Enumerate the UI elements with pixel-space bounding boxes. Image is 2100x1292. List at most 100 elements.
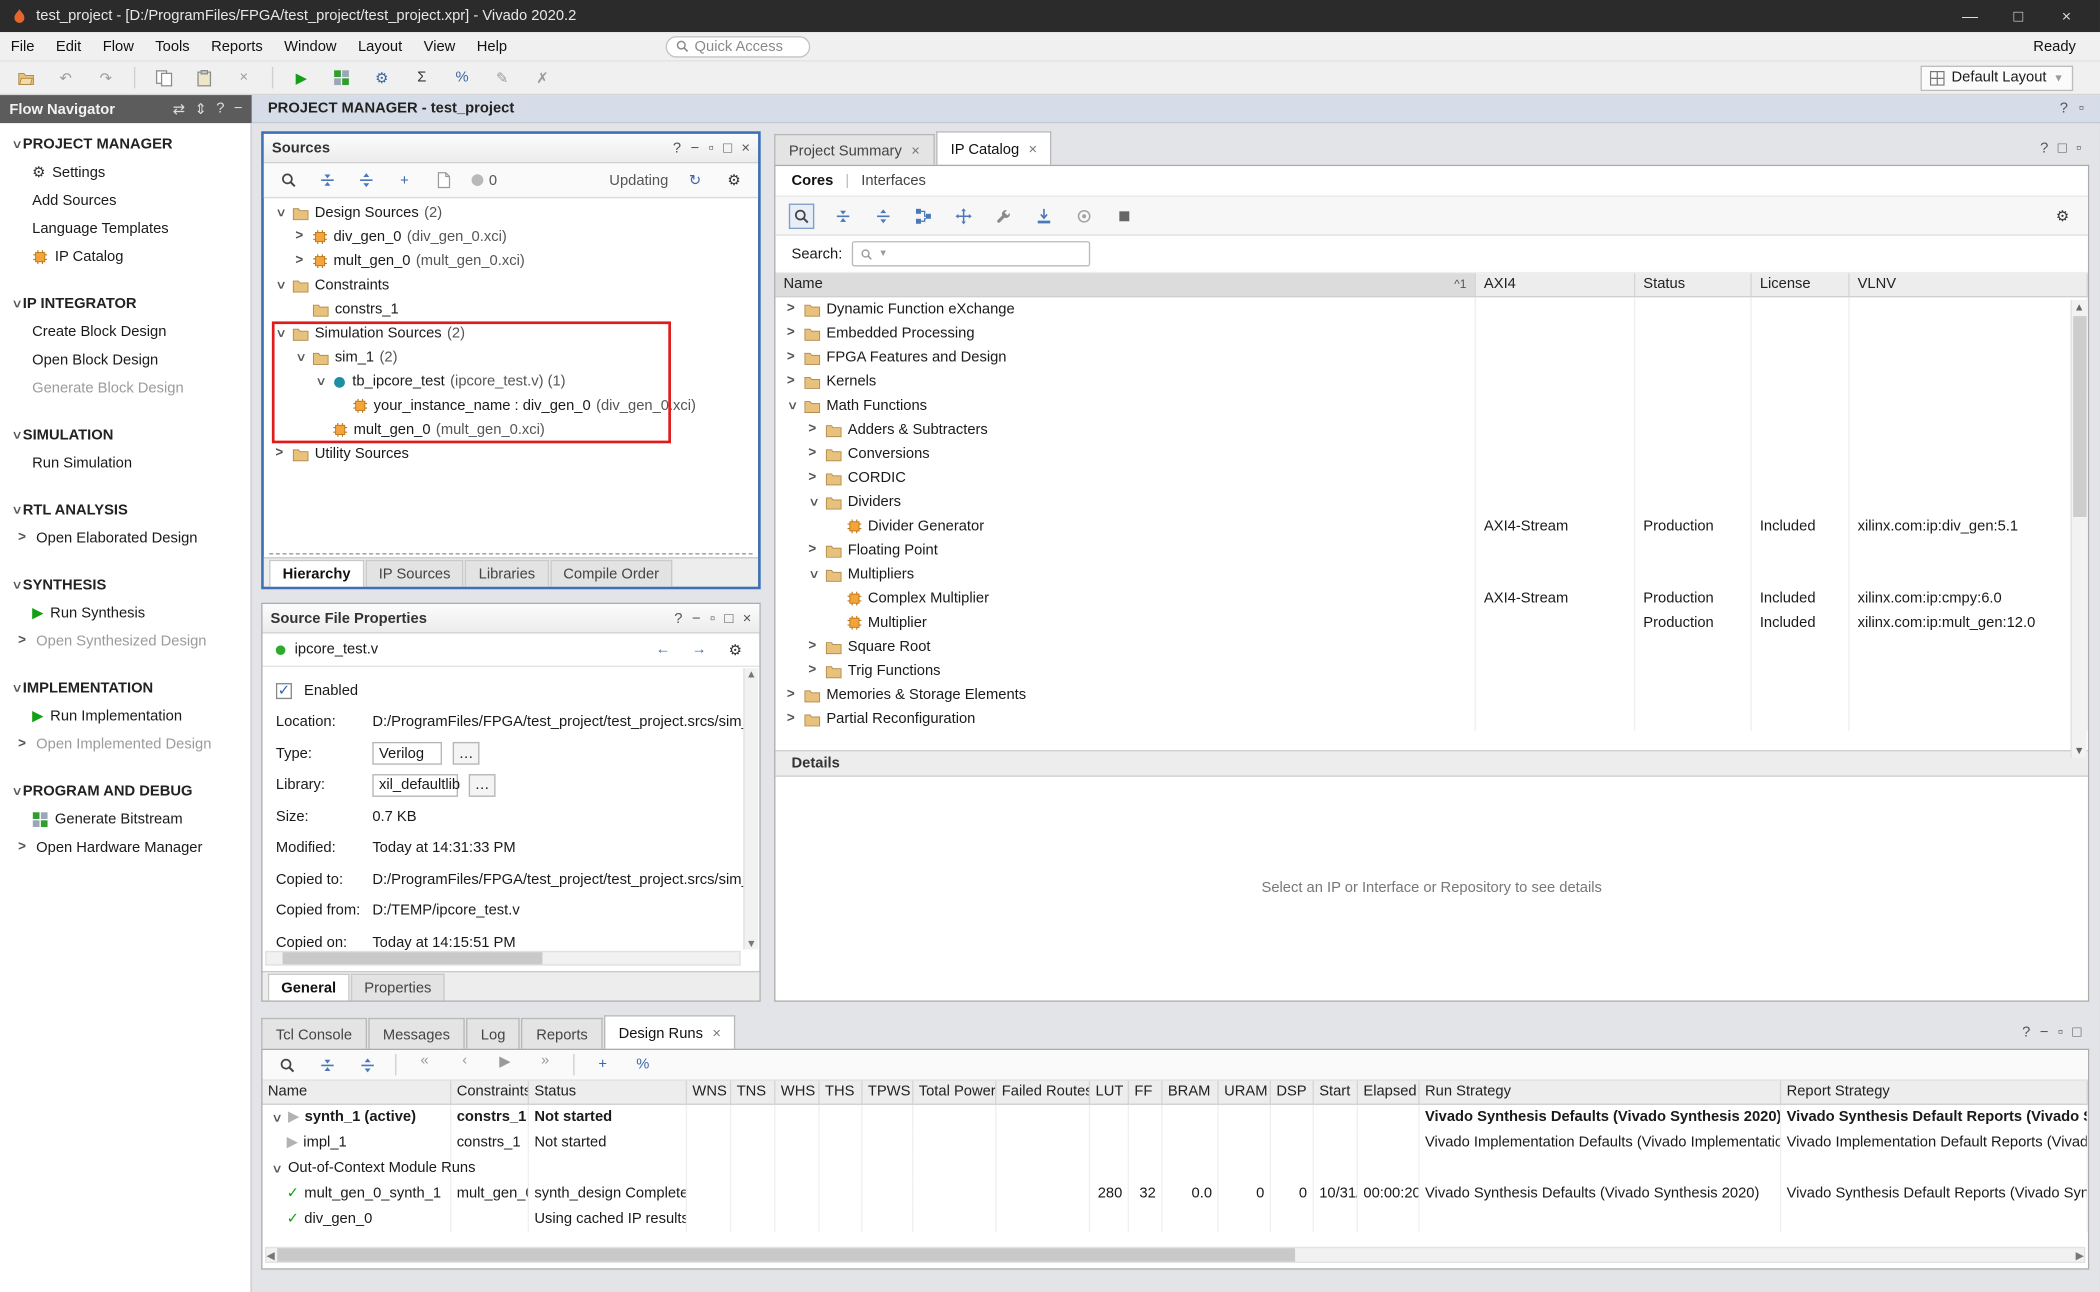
flow-item-run-implementation[interactable]: ▶Run Implementation — [0, 702, 250, 730]
catalog-row-math-functions[interactable]: >Math Functions — [775, 394, 2087, 418]
step-first-button[interactable]: « — [412, 1053, 436, 1077]
catalog-row-embedded-processing[interactable]: >Embedded Processing — [775, 321, 2087, 345]
close-tab-icon[interactable]: × — [712, 1025, 721, 1041]
percent-button[interactable]: % — [450, 66, 474, 90]
tab-libraries[interactable]: Libraries — [465, 560, 548, 587]
minimize-icon[interactable]: − — [2040, 1025, 2049, 1041]
help-icon[interactable]: ? — [674, 610, 682, 626]
help-icon[interactable]: ? — [673, 140, 681, 156]
scroll-down-arrow[interactable]: ▼ — [2074, 745, 2085, 757]
column-header-elapsed[interactable]: Elapsed — [1358, 1081, 1420, 1104]
flow-item-open-hardware-manager[interactable]: >Open Hardware Manager — [0, 833, 250, 861]
chevron-right-icon[interactable]: > — [805, 640, 820, 653]
expand-all-button[interactable] — [355, 1053, 379, 1077]
minimize-icon[interactable]: − — [690, 140, 699, 156]
chevron-down-icon[interactable]: > — [269, 1110, 282, 1125]
scroll-left-arrow[interactable]: ◀ — [267, 1249, 275, 1261]
column-header-ths[interactable]: THS — [820, 1081, 863, 1104]
column-header-axi4[interactable]: AXI4 — [1476, 273, 1635, 296]
flow-item-language-templates[interactable]: Language Templates — [0, 214, 250, 242]
column-header-failed-routes[interactable]: Failed Routes — [996, 1081, 1090, 1104]
column-header-ff[interactable]: FF — [1129, 1081, 1162, 1104]
tree-item-simulation-sources[interactable]: >Simulation Sources(2) — [264, 321, 758, 345]
undo-button[interactable]: ↶ — [54, 66, 78, 90]
float-icon[interactable]: ▫ — [708, 140, 713, 156]
collapse-all-button[interactable] — [830, 204, 854, 228]
property-value-input[interactable]: Verilog — [372, 742, 442, 765]
column-header-status[interactable]: Status — [529, 1081, 687, 1104]
dock-icon[interactable]: ⇄ — [173, 100, 185, 117]
quick-access-search[interactable]: Quick Access — [665, 35, 810, 56]
forward-button[interactable]: → — [687, 637, 711, 661]
chevron-right-icon[interactable]: > — [805, 447, 820, 460]
sum-button[interactable]: Σ — [410, 66, 434, 90]
menu-layout[interactable]: Layout — [347, 38, 413, 54]
column-header-run-strategy[interactable]: Run Strategy — [1420, 1081, 1782, 1104]
tab-reports[interactable]: Reports — [521, 1018, 602, 1050]
column-header-constraints[interactable]: Constraints — [451, 1081, 529, 1104]
catalog-row-trig-functions[interactable]: >Trig Functions — [775, 659, 2087, 683]
tab-ip-sources[interactable]: IP Sources — [365, 560, 464, 587]
run-row-synth-1-active[interactable]: >▶synth_1 (active)constrs_1Not startedVi… — [262, 1105, 2087, 1130]
chevron-right-icon[interactable]: > — [292, 230, 307, 243]
abort-button[interactable]: ✗ — [530, 66, 554, 90]
settings-button[interactable]: ⚙ — [370, 66, 394, 90]
column-header-tns[interactable]: TNS — [731, 1081, 775, 1104]
chevron-right-icon[interactable]: > — [783, 712, 798, 725]
chevron-right-icon[interactable]: > — [15, 840, 30, 853]
flow-item-run-synthesis[interactable]: ▶Run Synthesis — [0, 599, 250, 627]
maximize-button[interactable]: □ — [1996, 1, 2042, 30]
column-header-license[interactable]: License — [1752, 273, 1850, 296]
column-header-status[interactable]: Status — [1635, 273, 1752, 296]
ip-catalog-vertical-scrollbar[interactable]: ▲ ▼ — [2071, 300, 2087, 758]
enabled-checkbox[interactable]: ✓ — [276, 683, 292, 699]
menu-window[interactable]: Window — [273, 38, 347, 54]
tab-general[interactable]: General — [268, 974, 350, 1001]
chevron-down-icon[interactable]: > — [273, 206, 286, 221]
flow-section-header-rtl-analysis[interactable]: >RTL ANALYSIS — [0, 497, 250, 524]
chevron-right-icon[interactable]: > — [15, 634, 30, 647]
help-icon[interactable]: ? — [2060, 100, 2068, 116]
catalog-row-multiplier[interactable]: >MultiplierProductionIncludedxilinx.com:… — [775, 611, 2087, 635]
tab-compile-order[interactable]: Compile Order — [550, 560, 673, 587]
flow-item-run-simulation[interactable]: Run Simulation — [0, 449, 250, 477]
redo-button[interactable]: ↷ — [94, 66, 118, 90]
chevron-right-icon[interactable]: > — [783, 351, 798, 364]
column-header-vlnv[interactable]: VLNV — [1850, 273, 2088, 296]
catalog-row-cordic[interactable]: >CORDIC — [775, 466, 2087, 490]
chevron-down-icon[interactable]: > — [9, 578, 22, 593]
column-header-tpws[interactable]: TPWS — [862, 1081, 913, 1104]
run-row-impl-1[interactable]: ▶impl_1constrs_1Not startedVivado Implem… — [262, 1130, 2087, 1155]
close-tab-icon[interactable]: × — [1029, 141, 1038, 157]
column-header-name[interactable]: Name^1 — [775, 273, 1475, 296]
tree-item-mult-gen-0[interactable]: >mult_gen_0(mult_gen_0.xci) — [264, 249, 758, 273]
flow-item-create-block-design[interactable]: Create Block Design — [0, 317, 250, 345]
chevron-right-icon[interactable]: > — [272, 447, 287, 460]
layout-selector[interactable]: Default Layout ▼ — [1921, 65, 2073, 90]
chevron-down-icon[interactable]: > — [313, 374, 326, 389]
tab-hierarchy[interactable]: Hierarchy — [269, 560, 364, 587]
column-header-total-power[interactable]: Total Power — [913, 1081, 996, 1104]
collapse-all-button[interactable] — [315, 168, 339, 192]
gear-button[interactable]: ⚙ — [722, 168, 746, 192]
flow-item-open-implemented-design[interactable]: >Open Implemented Design — [0, 730, 250, 758]
flow-item-ip-catalog[interactable]: IP Catalog — [0, 242, 250, 270]
tree-item-your-instance-name-div-gen-0[interactable]: >your_instance_name : div_gen_0(div_gen_… — [264, 394, 758, 418]
tab-properties[interactable]: Properties — [351, 974, 445, 1001]
chevron-right-icon[interactable]: > — [783, 327, 798, 340]
target-button[interactable] — [1071, 204, 1095, 228]
chevron-right-icon[interactable]: > — [292, 254, 307, 267]
scrollbar-thumb[interactable] — [277, 1248, 1295, 1261]
maximize-icon[interactable]: □ — [2072, 1025, 2081, 1041]
search-button[interactable] — [789, 203, 814, 228]
menu-view[interactable]: View — [413, 38, 466, 54]
expand-icon[interactable]: ⇕ — [194, 100, 206, 117]
flow-item-generate-block-design[interactable]: Generate Block Design — [0, 374, 250, 402]
tree-item-tb-ipcore-test[interactable]: >tb_ipcore_test(ipcore_test.v) (1) — [264, 370, 758, 394]
close-button[interactable]: × — [2044, 1, 2090, 30]
view-cores[interactable]: Cores — [792, 173, 834, 189]
tree-item-design-sources[interactable]: >Design Sources(2) — [264, 201, 758, 225]
help-icon[interactable]: ? — [2040, 141, 2048, 157]
sash-divider[interactable] — [269, 553, 752, 554]
tab-project-summary[interactable]: Project Summary× — [774, 134, 934, 166]
